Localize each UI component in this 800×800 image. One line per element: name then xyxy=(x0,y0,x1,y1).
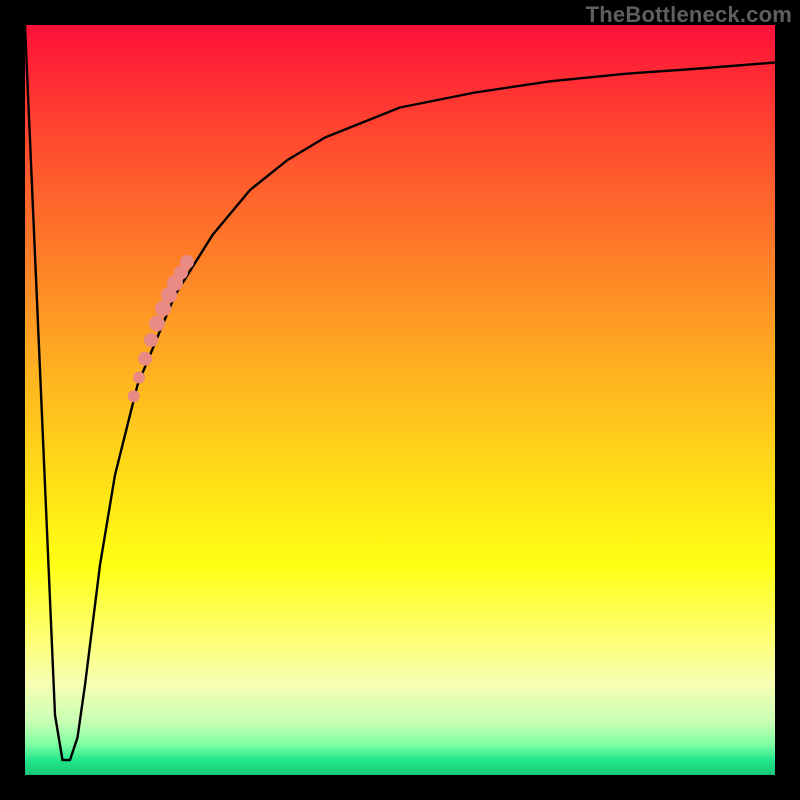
chart-svg xyxy=(25,25,775,775)
chart-frame: TheBottleneck.com xyxy=(0,0,800,800)
highlight-dot-group xyxy=(128,255,194,402)
highlight-dot xyxy=(133,372,145,384)
highlight-dot xyxy=(144,333,158,347)
highlight-dot xyxy=(138,352,152,366)
highlight-dot xyxy=(149,316,165,332)
plot-area xyxy=(25,25,775,775)
highlight-dot xyxy=(180,255,194,269)
highlight-dot xyxy=(128,390,140,402)
